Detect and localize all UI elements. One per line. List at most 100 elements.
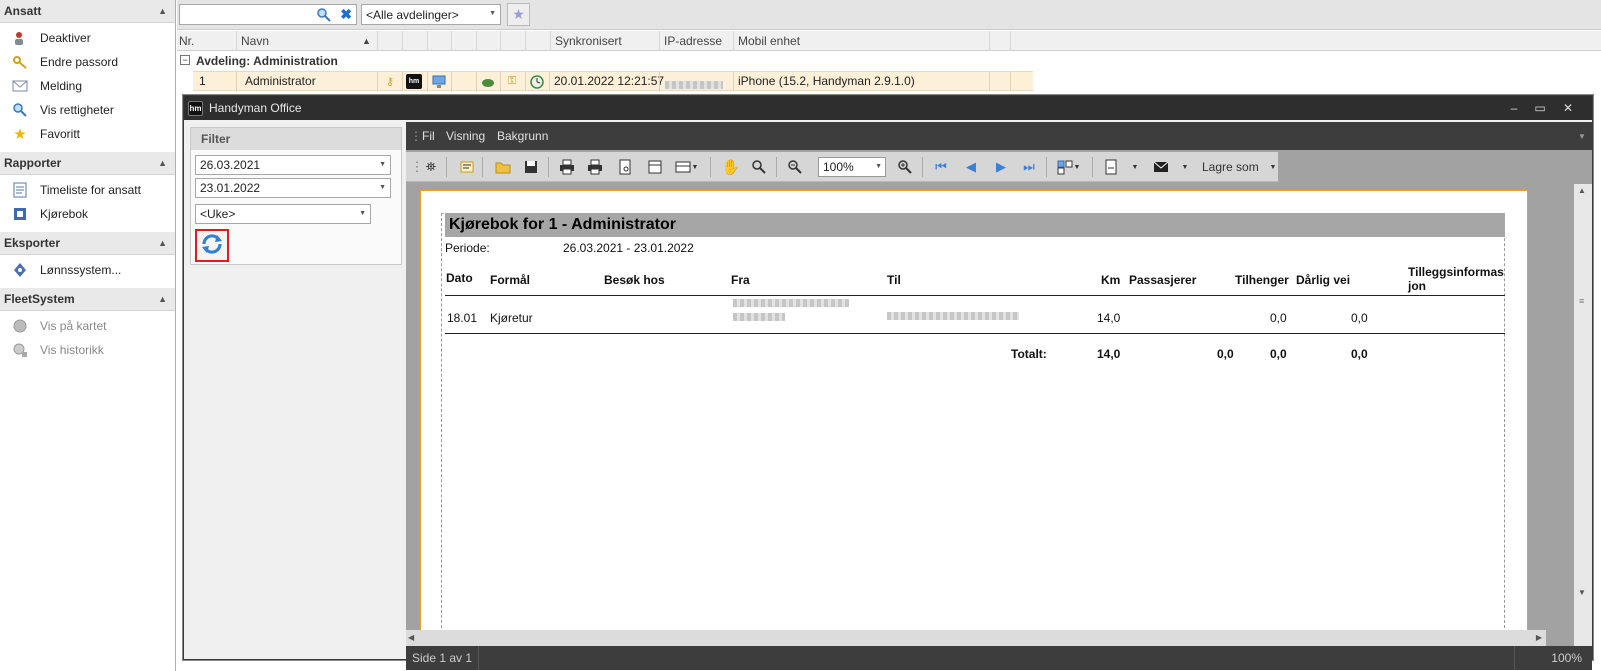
scroll-down-icon[interactable]: ▼	[1578, 588, 1586, 597]
zoom-in-icon[interactable]	[896, 158, 914, 176]
minimize-icon[interactable]: ‒	[1504, 99, 1524, 117]
timesheet-icon	[12, 182, 28, 198]
department-select[interactable]: <Alle avdelinger> ▼	[361, 4, 501, 25]
next-page-icon[interactable]: ▶	[992, 158, 1010, 176]
group-header-eksporter[interactable]: Eksporter ▲	[0, 232, 175, 255]
sidebar-item-favoritt[interactable]: ★ Favoritt	[0, 122, 175, 146]
chevron-down-icon[interactable]: ▼	[359, 210, 366, 217]
cell-dato: 18.01	[447, 311, 478, 325]
header-fra: Fra	[731, 273, 750, 287]
to-date-field[interactable]: 23.01.2022 ▼	[195, 178, 391, 198]
scroll-up-icon[interactable]: ▲	[1578, 186, 1586, 195]
chevron-down-icon[interactable]: ▼	[1578, 132, 1586, 141]
chevron-down-icon[interactable]: ▼	[1180, 158, 1190, 176]
search-input[interactable]: ✖	[179, 4, 357, 25]
chevron-down-icon[interactable]: ▼	[875, 163, 882, 170]
sidebar-item-vis-rettigheter[interactable]: Vis rettigheter	[0, 98, 175, 122]
favorite-filter-button[interactable]: ★	[507, 3, 530, 26]
col-mobil-enhet[interactable]: Mobil enhet	[738, 34, 800, 48]
sidebar-item-deaktiver[interactable]: Deaktiver	[0, 26, 175, 50]
chevron-down-icon[interactable]: ▼	[690, 158, 700, 176]
vertical-scrollbar[interactable]: ▲ ≡ ▼	[1574, 184, 1592, 658]
scroll-right-icon[interactable]: ▶	[1536, 633, 1542, 642]
search-icon[interactable]	[316, 7, 332, 23]
chevron-up-icon[interactable]: ▲	[158, 6, 167, 16]
sidebar-item-label: Endre passord	[40, 55, 119, 69]
chevron-down-icon[interactable]: ▼	[1130, 158, 1140, 176]
collapse-icon[interactable]: −	[180, 55, 190, 65]
from-date-value: 26.03.2021	[200, 158, 261, 172]
binoculars-icon[interactable]: ⛯	[422, 158, 440, 176]
group-row[interactable]: − Avdeling: Administration	[177, 52, 1601, 72]
chevron-down-icon[interactable]: ▼	[1268, 158, 1278, 176]
period-label: Periode:	[445, 241, 490, 255]
scroll-grip-icon[interactable]: ≡	[1579, 296, 1584, 306]
chevron-down-icon[interactable]: ▼	[1072, 158, 1082, 176]
sidebar-item-label: Vis på kartet	[40, 319, 107, 333]
filter-header: Filter	[191, 128, 401, 150]
group-header-fleetsystem[interactable]: FleetSystem ▲	[0, 288, 175, 311]
chevron-down-icon[interactable]: ▼	[379, 161, 386, 168]
clear-icon[interactable]: ✖	[340, 6, 352, 23]
sidebar-item-melding[interactable]: Melding	[0, 74, 175, 98]
sidebar-item-lonnssystem[interactable]: Lønnssystem...	[0, 258, 175, 282]
zoom-out-icon[interactable]	[786, 158, 804, 176]
sidebar-item-vis-pa-kartet[interactable]: Vis på kartet	[0, 314, 175, 338]
export-document-icon[interactable]	[1102, 158, 1120, 176]
export-icon	[12, 262, 28, 278]
period-select[interactable]: <Uke> ▼	[195, 204, 371, 224]
col-nr[interactable]: Nr.	[179, 34, 194, 48]
sidebar-item-vis-historikk[interactable]: Vis historikk	[0, 338, 175, 362]
horizontal-scrollbar[interactable]: ◀ ▶	[406, 630, 1546, 646]
menu-visning[interactable]: Visning	[446, 129, 485, 143]
close-icon[interactable]: ✕	[1558, 99, 1578, 117]
parameters-icon[interactable]	[458, 158, 476, 176]
totals-label: Totalt:	[1011, 347, 1047, 361]
drag-handle-icon[interactable]: ⋮	[410, 129, 422, 143]
group-title: Ansatt	[4, 4, 42, 18]
quick-print-icon[interactable]	[586, 158, 604, 176]
sidebar-item-endre-passord[interactable]: Endre passord	[0, 50, 175, 74]
print-icon[interactable]	[558, 158, 576, 176]
last-page-icon[interactable]: ⏭	[1020, 158, 1038, 176]
header-til: Til	[887, 273, 901, 287]
sidebar-item-kjorebok[interactable]: Kjørebok	[0, 202, 175, 226]
first-page-icon[interactable]: ⏮	[932, 158, 950, 176]
group-header-rapporter[interactable]: Rapporter ▲	[0, 152, 175, 175]
zoom-select[interactable]: 100% ▼	[818, 157, 886, 177]
report-preview: ⋮ Fil Visning Bakgrunn ▼ ⋮ ⛯ ▼ ✋ 100% ▼ …	[406, 122, 1592, 670]
table-row[interactable]: 1 Administrator ⚷ hm ⚿ 20.01.2022 12:21:…	[193, 71, 1033, 91]
window-titlebar[interactable]: hm Handyman Office ‒ ▭ ✕	[184, 96, 1592, 120]
sidebar-item-label: Favoritt	[40, 127, 81, 141]
cell-mobil-enhet: iPhone (15.2, Handyman 2.9.1.0)	[738, 74, 915, 88]
save-as-button[interactable]: Lagre som	[1202, 158, 1259, 176]
col-navn[interactable]: Navn	[241, 34, 269, 48]
refresh-button[interactable]	[195, 229, 229, 262]
col-synkronisert[interactable]: Synkronisert	[555, 34, 622, 48]
handyman-office-window: hm Handyman Office ‒ ▭ ✕ Filter 26.03.20…	[183, 95, 1593, 670]
chevron-up-icon[interactable]: ▲	[158, 294, 167, 304]
scroll-left-icon[interactable]: ◀	[408, 633, 414, 642]
top-toolbar: ✖ <Alle avdelinger> ▼ ★	[177, 0, 1601, 30]
magnifier-icon[interactable]	[750, 158, 768, 176]
menu-fil[interactable]: Fil	[422, 129, 435, 143]
page-setup-icon[interactable]	[616, 158, 634, 176]
scale-icon[interactable]	[646, 158, 664, 176]
open-folder-icon[interactable]	[494, 158, 512, 176]
maximize-icon[interactable]: ▭	[1530, 99, 1550, 117]
email-icon[interactable]	[1152, 158, 1170, 176]
department-select-value: <Alle avdelinger>	[366, 8, 459, 22]
sidebar-item-timeliste[interactable]: Timeliste for ansatt	[0, 178, 175, 202]
group-header-ansatt[interactable]: Ansatt ▲	[0, 0, 175, 23]
chevron-up-icon[interactable]: ▲	[158, 238, 167, 248]
key-icon	[12, 54, 28, 70]
group-title: FleetSystem	[4, 292, 75, 306]
previous-page-icon[interactable]: ◀	[962, 158, 980, 176]
hand-icon[interactable]: ✋	[722, 158, 741, 176]
save-icon[interactable]	[522, 158, 540, 176]
chevron-up-icon[interactable]: ▲	[158, 158, 167, 168]
col-ip-adresse[interactable]: IP-adresse	[664, 34, 722, 48]
from-date-field[interactable]: 26.03.2021 ▼	[195, 155, 391, 175]
chevron-down-icon[interactable]: ▼	[379, 184, 386, 191]
menu-bakgrunn[interactable]: Bakgrunn	[497, 129, 548, 143]
